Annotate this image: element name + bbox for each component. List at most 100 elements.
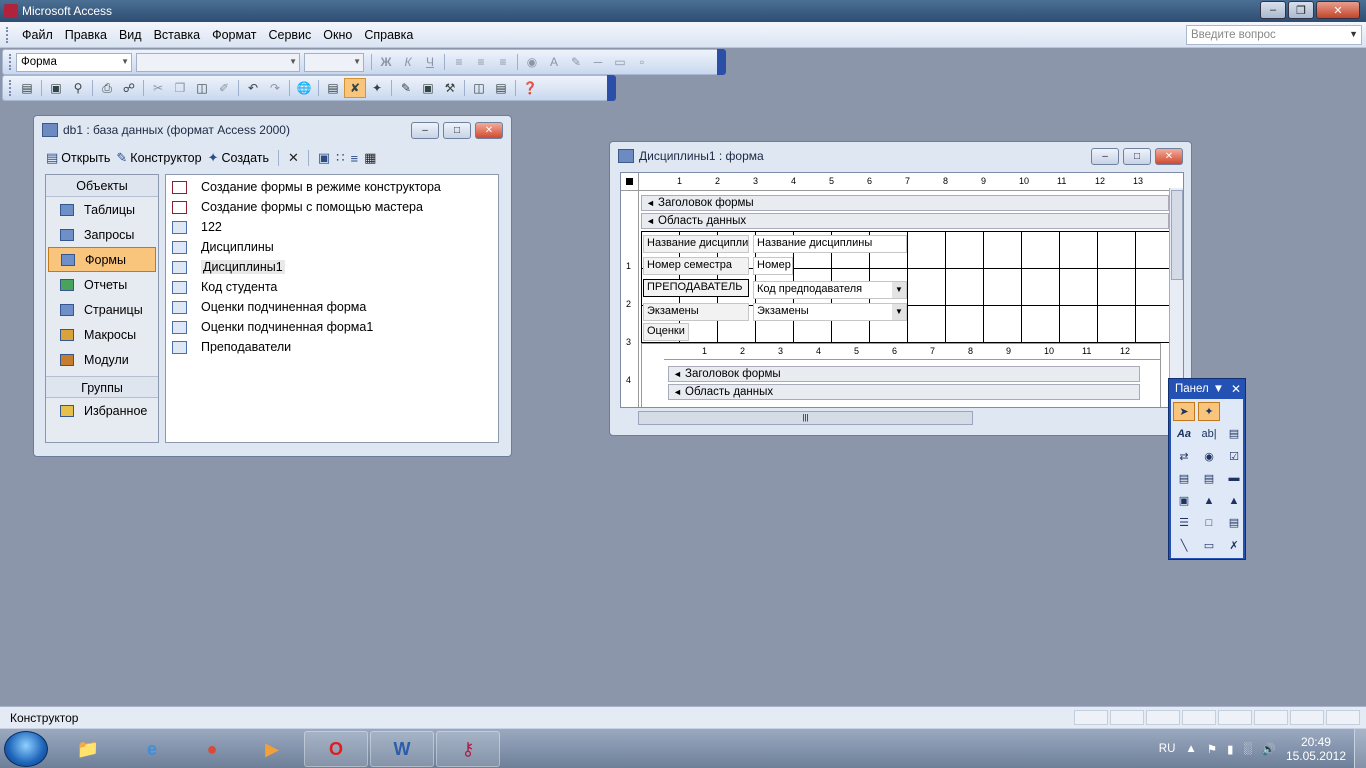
hyperlink-icon[interactable]: 🌐 <box>293 78 315 98</box>
align-right-icon[interactable]: ≡ <box>492 52 514 72</box>
section-form-header[interactable]: Заголовок формы <box>641 195 1169 211</box>
large-icons-icon[interactable]: ▣ <box>318 150 330 166</box>
objects-queries[interactable]: Запросы <box>46 222 158 247</box>
line-color-icon[interactable]: ✎ <box>565 52 587 72</box>
unbound-object-icon[interactable]: ▲ <box>1198 491 1220 510</box>
redo-icon[interactable]: ↷ <box>264 78 286 98</box>
toggle-button-icon[interactable]: ⇄ <box>1173 447 1195 466</box>
vertical-scrollbar[interactable] <box>1169 188 1183 408</box>
toolbar-grip[interactable] <box>9 80 12 96</box>
label-discipline-name[interactable]: Название дисципли <box>643 235 749 253</box>
rectangle-tool-icon[interactable]: ▭ <box>1198 536 1220 555</box>
copy-icon[interactable]: ❐ <box>169 78 191 98</box>
delete-icon[interactable]: ✕ <box>288 150 299 166</box>
list-item[interactable]: 122 <box>166 217 498 237</box>
listbox-icon[interactable]: ▤ <box>1198 469 1220 488</box>
form-design-surface[interactable]: 12345678910111213 1234 Заголовок формы О… <box>620 172 1184 408</box>
network-icon[interactable]: ░ <box>1243 743 1251 755</box>
minimize-button[interactable]: – <box>1260 1 1286 19</box>
print-preview-icon[interactable]: ☍ <box>118 78 140 98</box>
list-item[interactable]: Преподаватели <box>166 337 498 357</box>
db-close-button[interactable]: ✕ <box>475 122 503 139</box>
label-exams[interactable]: Экзамены <box>643 303 749 321</box>
italic-button[interactable]: К <box>397 52 419 72</box>
word-icon[interactable]: W <box>370 731 434 767</box>
cut-icon[interactable]: ✂ <box>147 78 169 98</box>
ask-question-box[interactable]: Введите вопрос ▼ <box>1186 25 1362 45</box>
font-color-icon[interactable]: A <box>543 52 565 72</box>
bold-button[interactable]: Ж <box>375 52 397 72</box>
db-minimize-button[interactable]: – <box>411 122 439 139</box>
database-window-icon[interactable]: ◫ <box>468 78 490 98</box>
form-close-button[interactable]: ✕ <box>1155 148 1183 165</box>
ie-icon[interactable]: e <box>120 731 184 767</box>
restore-button[interactable]: ❐ <box>1288 1 1314 19</box>
menu-view[interactable]: Вид <box>113 28 148 42</box>
print-icon[interactable]: ⎙ <box>96 78 118 98</box>
menu-edit[interactable]: Правка <box>59 28 113 42</box>
chevron-down-icon[interactable]: ▼ <box>353 57 361 66</box>
chevron-down-icon[interactable]: ▼ <box>121 57 129 66</box>
menu-window[interactable]: Окно <box>317 28 358 42</box>
open-button[interactable]: ▤ Открыть <box>46 150 110 166</box>
control-wizards-icon[interactable]: ✦ <box>1198 402 1220 421</box>
object-combo[interactable]: Форма ▼ <box>16 52 132 72</box>
field-list-icon[interactable]: ▤ <box>322 78 344 98</box>
list-item[interactable]: Дисциплины <box>166 237 498 257</box>
toolbar-options-icon[interactable] <box>607 75 616 101</box>
objects-modules[interactable]: Модули <box>46 347 158 372</box>
option-group-icon[interactable]: ▤ <box>1223 424 1245 443</box>
form-minimize-button[interactable]: – <box>1091 148 1119 165</box>
chevron-down-icon[interactable]: ▼ <box>289 57 297 66</box>
clock[interactable]: 20:49 15.05.2012 <box>1286 735 1346 763</box>
format-painter-icon[interactable]: ✐ <box>213 78 235 98</box>
opera-icon[interactable]: O <box>304 731 368 767</box>
access-icon[interactable]: ⚷ <box>436 731 500 767</box>
align-left-icon[interactable]: ≡ <box>448 52 470 72</box>
objects-pages[interactable]: Страницы <box>46 297 158 322</box>
show-desktop-button[interactable] <box>1354 729 1366 768</box>
textbox-discipline-name[interactable]: Название дисциплины <box>753 235 907 253</box>
page-break-icon[interactable]: ☰ <box>1173 513 1195 532</box>
toolbar-options-icon[interactable] <box>717 49 726 75</box>
select-pointer-icon[interactable]: ➤ <box>1173 402 1195 421</box>
toolbox-header[interactable]: Панел ▼ ✕ <box>1169 379 1245 399</box>
tab-control-icon[interactable]: □ <box>1198 513 1220 532</box>
undo-icon[interactable]: ↶ <box>242 78 264 98</box>
help-icon[interactable]: ❓ <box>519 78 541 98</box>
option-button-icon[interactable]: ◉ <box>1198 447 1220 466</box>
volume-icon[interactable]: 🔊 <box>1262 742 1276 756</box>
menu-grip[interactable] <box>6 26 10 43</box>
list-view-icon[interactable]: ≡ <box>350 151 358 166</box>
command-button-icon[interactable]: ▬ <box>1223 469 1245 488</box>
checkbox-icon[interactable]: ☑ <box>1223 447 1245 466</box>
objects-macros[interactable]: Макросы <box>46 322 158 347</box>
save-icon[interactable]: ▣ <box>45 78 67 98</box>
fill-color-icon[interactable]: ◉ <box>521 52 543 72</box>
border-style-icon[interactable]: ▭ <box>609 52 631 72</box>
subform-grades[interactable]: 123456789101112 Заголовок формы Область … <box>641 343 1161 407</box>
favorites-group[interactable]: Избранное <box>46 398 158 423</box>
chrome-icon[interactable]: ● <box>180 731 244 767</box>
label-semester[interactable]: Номер семестра <box>643 257 749 275</box>
toolbox-icon[interactable]: ✘ <box>344 78 366 98</box>
menu-format[interactable]: Формат <box>206 28 262 42</box>
show-hidden-icons-icon[interactable]: ▲ <box>1185 743 1196 755</box>
list-item[interactable]: Код студента <box>166 277 498 297</box>
list-item[interactable]: Оценки подчиненная форма1 <box>166 317 498 337</box>
subform-section-detail[interactable]: Область данных <box>668 384 1140 400</box>
menu-file[interactable]: Файл <box>16 28 59 42</box>
align-center-icon[interactable]: ≡ <box>470 52 492 72</box>
combo-teacher[interactable]: Код предподавателя <box>753 281 907 299</box>
close-button[interactable]: ✕ <box>1316 1 1360 19</box>
menu-help[interactable]: Справка <box>358 28 419 42</box>
combo-exams[interactable]: Экзамены <box>753 303 907 321</box>
image-icon[interactable]: ▣ <box>1173 491 1195 510</box>
form-maximize-button[interactable]: □ <box>1123 148 1151 165</box>
file-search-icon[interactable]: ⚲ <box>67 78 89 98</box>
details-view-icon[interactable]: ▦ <box>364 150 376 166</box>
horizontal-scrollbar[interactable]: ||| <box>638 411 973 425</box>
font-size-combo[interactable]: ▼ <box>304 52 364 72</box>
code-icon[interactable]: ✎ <box>395 78 417 98</box>
bound-object-icon[interactable]: ▲ <box>1223 491 1245 510</box>
